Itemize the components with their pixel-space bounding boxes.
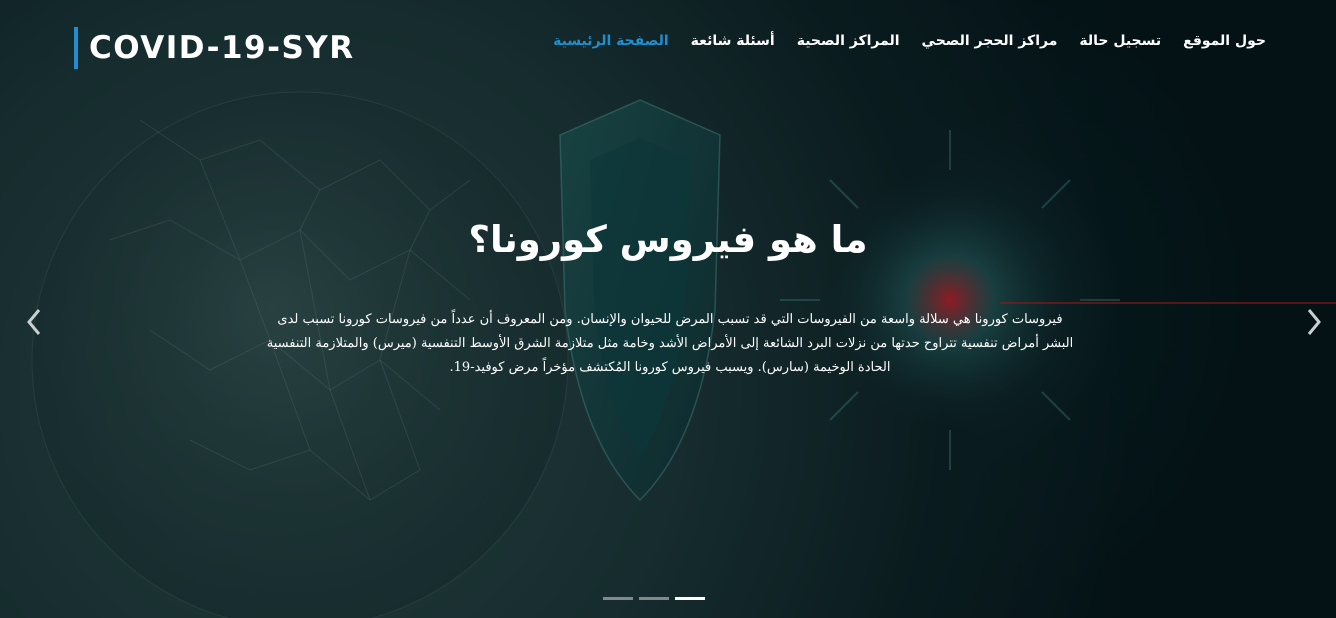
- chevron-right-icon: [1307, 309, 1321, 335]
- carousel-prev-button[interactable]: [14, 300, 54, 344]
- slide-title: ما هو فيروس كورونا؟: [468, 218, 868, 261]
- carousel-indicators: [603, 597, 705, 600]
- carousel-indicator-3[interactable]: [675, 597, 705, 600]
- main-nav: الصفحة الرئيسية أسئلة شائعة المراكز الصح…: [553, 33, 1266, 49]
- nav-item-register-case[interactable]: تسجيل حالة: [1079, 33, 1161, 49]
- nav-item-faq[interactable]: أسئلة شائعة: [691, 33, 775, 49]
- chevron-left-icon: [27, 309, 41, 335]
- nav-item-home[interactable]: الصفحة الرئيسية: [553, 33, 669, 49]
- carousel-next-button[interactable]: [1294, 300, 1334, 344]
- carousel-indicator-2[interactable]: [639, 597, 669, 600]
- site-logo[interactable]: COVID-19-SYR: [74, 27, 355, 69]
- site-name: COVID-19-SYR: [89, 30, 355, 66]
- nav-item-quarantine-centers[interactable]: مراكز الحجر الصحي: [922, 33, 1058, 49]
- nav-item-about[interactable]: حول الموقع: [1183, 33, 1266, 49]
- hero-carousel: COVID-19-SYR الصفحة الرئيسية أسئلة شائعة…: [0, 0, 1336, 618]
- carousel-indicator-1[interactable]: [603, 597, 633, 600]
- slide-description: فيروسات كورونا هي سلالة واسعة من الفيروس…: [266, 312, 1074, 375]
- nav-item-health-centers[interactable]: المراكز الصحية: [797, 33, 900, 49]
